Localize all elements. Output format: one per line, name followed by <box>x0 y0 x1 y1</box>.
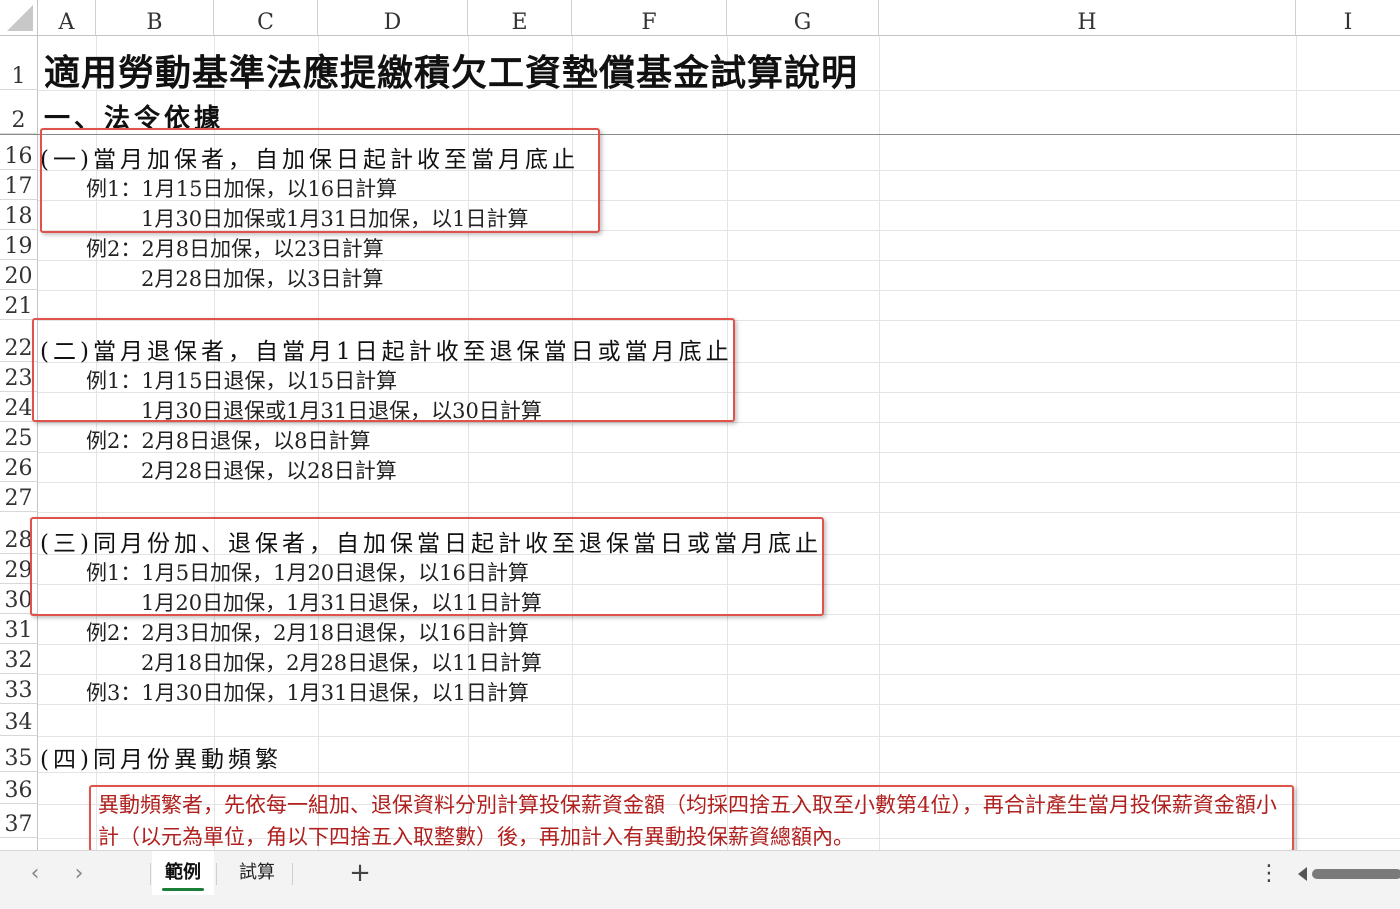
section-2-example-2b: 2月28日退保，以28日計算 <box>141 459 397 483</box>
next-sheet-icon[interactable]: › <box>64 859 94 889</box>
row-header-18[interactable]: 18 <box>0 200 38 230</box>
row-header-25[interactable]: 25 <box>0 422 38 452</box>
section-3-example-3: 例3：1月30日加保，1月31日退保，以1日計算 <box>86 681 529 705</box>
column-header-d[interactable]: D <box>318 0 468 36</box>
column-header-g[interactable]: G <box>727 0 879 36</box>
sheet-tab-calc[interactable]: 試算 <box>226 851 288 895</box>
section-4-heading: (四)同月份異動頻繁 <box>40 747 282 773</box>
row-header-17[interactable]: 17 <box>0 170 38 200</box>
row-header-1[interactable]: 1 <box>0 36 38 90</box>
scroll-left-icon[interactable] <box>1298 867 1307 881</box>
row-header-27[interactable]: 27 <box>0 482 38 512</box>
highlight-box-section-3 <box>30 517 824 616</box>
select-all-corner[interactable] <box>0 0 38 36</box>
column-header-e[interactable]: E <box>468 0 572 36</box>
sheet-tab-example-label: 範例 <box>165 862 201 883</box>
sheet-tab-calc-label: 試算 <box>239 862 275 883</box>
row-header-34[interactable]: 34 <box>0 704 38 736</box>
section-3-example-2b: 2月18日加保，2月28日退保，以11日計算 <box>141 651 542 675</box>
section-2-example-2: 例2：2月8日退保，以8日計算 <box>86 429 371 453</box>
horizontal-scrollbar[interactable] <box>1296 865 1400 885</box>
column-header-i[interactable]: I <box>1296 0 1400 36</box>
row-header-21[interactable]: 21 <box>0 290 38 320</box>
row-header-32[interactable]: 32 <box>0 644 38 674</box>
column-header-c[interactable]: C <box>214 0 318 36</box>
row-header-33[interactable]: 33 <box>0 674 38 704</box>
sheet-title: 適用勞動基準法應提繳積欠工資墊償基金試算說明 <box>44 52 859 94</box>
row-header-20[interactable]: 20 <box>0 260 38 290</box>
highlight-box-section-1 <box>40 128 600 233</box>
more-options-icon[interactable]: ⋮ <box>1258 859 1280 889</box>
row-header-19[interactable]: 19 <box>0 230 38 260</box>
prev-sheet-icon[interactable]: ‹ <box>20 859 50 889</box>
highlight-box-section-4 <box>89 785 1294 852</box>
row-header-2[interactable]: 2 <box>0 90 38 134</box>
row-header-16[interactable]: 16 <box>0 134 38 170</box>
row-header-31[interactable]: 31 <box>0 614 38 644</box>
row-header-26[interactable]: 26 <box>0 452 38 482</box>
section-3-example-2: 例2：2月3日加保，2月18日退保，以16日計算 <box>86 621 529 645</box>
column-header-b[interactable]: B <box>96 0 214 36</box>
scrollbar-thumb[interactable] <box>1312 869 1400 879</box>
sheet-tab-example[interactable]: 範例 <box>152 851 214 895</box>
row-header-37[interactable]: 37 <box>0 804 38 838</box>
row-header-35[interactable]: 35 <box>0 736 38 772</box>
column-header-a[interactable]: A <box>38 0 96 36</box>
section-1-example-2b: 2月28日加保，以3日計算 <box>141 267 384 291</box>
row-header-36[interactable]: 36 <box>0 772 38 804</box>
column-header-f[interactable]: F <box>572 0 727 36</box>
add-sheet-icon[interactable]: + <box>345 855 375 891</box>
section-1-example-2: 例2：2月8日加保，以23日計算 <box>86 237 384 261</box>
column-header-h[interactable]: H <box>879 0 1296 36</box>
row-header-38[interactable] <box>0 838 38 850</box>
active-tab-indicator <box>162 888 204 891</box>
highlight-box-section-2 <box>32 318 735 422</box>
sheet-tab-bar: ‹ › 範例 試算 + ⋮ <box>0 850 1400 909</box>
